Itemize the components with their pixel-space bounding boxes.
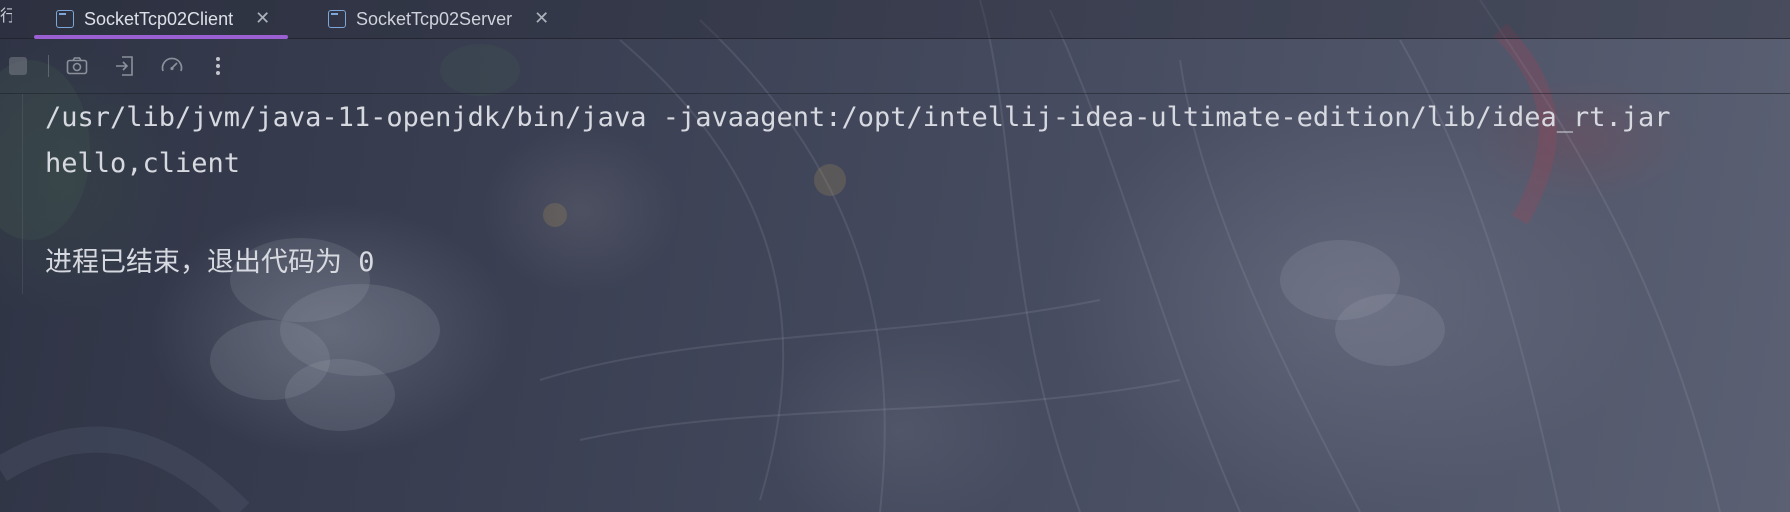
- close-icon[interactable]: ✕: [534, 10, 549, 28]
- tab-socket-tcp02-server[interactable]: SocketTcp02Server ✕: [306, 0, 549, 38]
- truncated-tab-label: 行: [0, 6, 12, 25]
- console-line-command: /usr/lib/jvm/java-11-openjdk/bin/java -j…: [45, 102, 1671, 133]
- toolbar-separator: [48, 55, 49, 77]
- more-options-button[interactable]: [204, 52, 232, 80]
- tab-label: SocketTcp02Client: [84, 8, 234, 29]
- run-tool-window: 行 SocketTcp02Client ✕ SocketTcp02Server …: [0, 0, 1790, 512]
- console-icon: [328, 10, 346, 28]
- exit-to-app-icon: [116, 56, 133, 76]
- run-tabs-bar: 行 SocketTcp02Client ✕ SocketTcp02Server …: [0, 0, 1790, 39]
- console-gutter: [0, 94, 23, 294]
- tab-socket-tcp02-client[interactable]: SocketTcp02Client ✕: [34, 0, 288, 39]
- console-output[interactable]: /usr/lib/jvm/java-11-openjdk/bin/java -j…: [0, 94, 1790, 512]
- console-line-output: hello,client: [45, 148, 241, 179]
- tab-label: SocketTcp02Server: [356, 8, 513, 29]
- console-line-exit-status: 进程已结束，退出代码为 0: [45, 247, 375, 278]
- stop-icon: [9, 57, 27, 75]
- screenshot-button[interactable]: [63, 52, 91, 80]
- stop-button[interactable]: [4, 52, 32, 80]
- run-toolbar: [0, 39, 1790, 94]
- console-icon: [56, 10, 74, 28]
- camera-icon: [66, 57, 88, 75]
- profiler-button[interactable]: [158, 52, 186, 80]
- more-vertical-icon: [216, 57, 220, 75]
- gauge-icon: [161, 57, 183, 72]
- close-icon[interactable]: ✕: [255, 10, 270, 28]
- exit-button[interactable]: [111, 52, 139, 80]
